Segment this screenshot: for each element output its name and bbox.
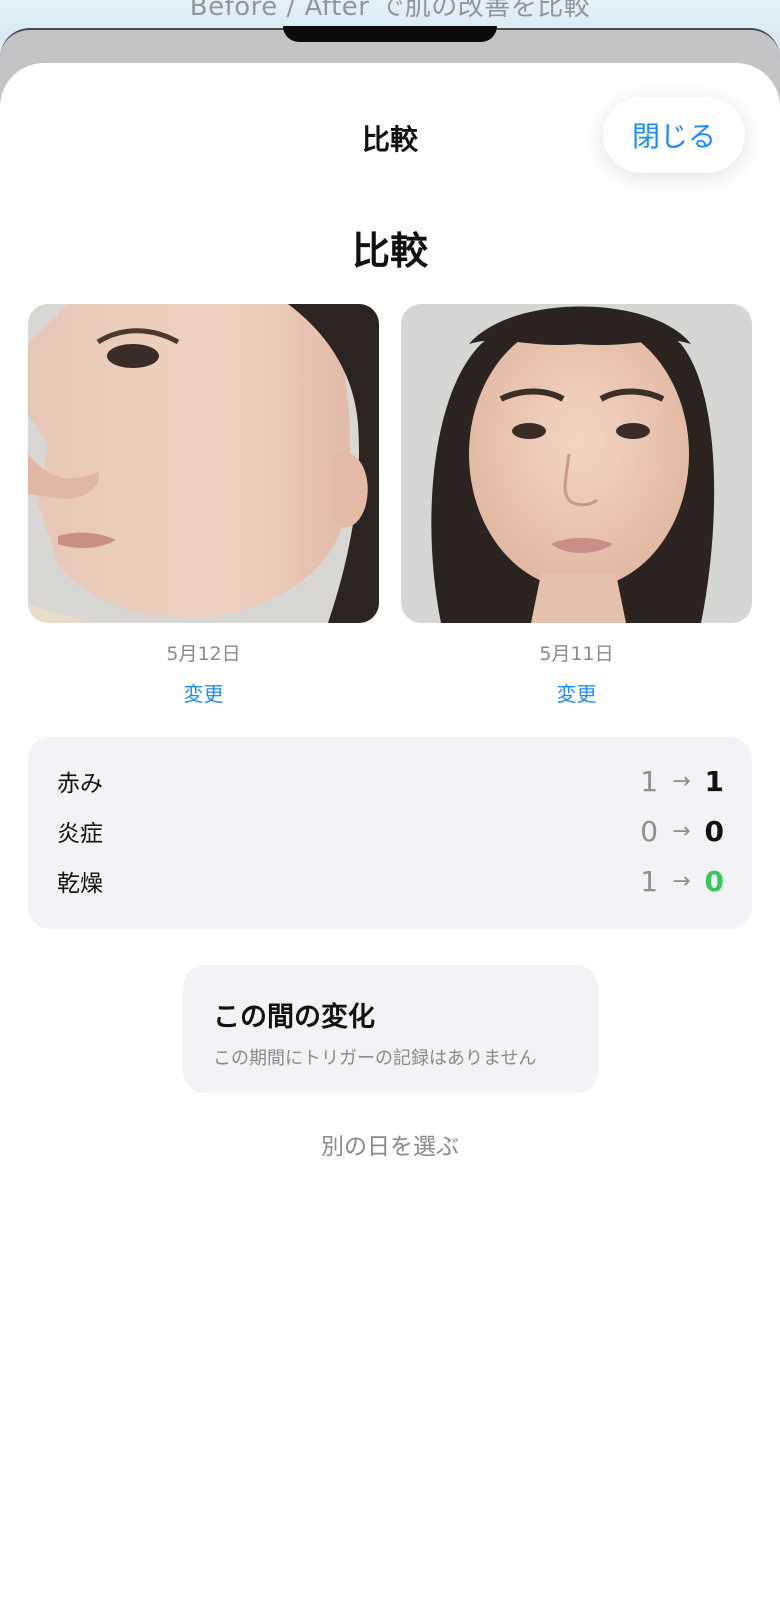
metric-row-redness: 赤み 1 → 1 xyxy=(28,759,752,803)
changes-subtitle: この期間にトリガーの記録はありません xyxy=(213,1048,537,1069)
metric-before-value: 0 xyxy=(640,814,659,848)
arrow-right-icon: → xyxy=(672,868,691,894)
photo-before[interactable] xyxy=(28,304,379,623)
photo-before-date: 5月12日 xyxy=(166,643,241,665)
photo-after-date: 5月11日 xyxy=(539,643,614,665)
close-button[interactable]: 閉じる xyxy=(603,97,745,173)
page-title: 比較 xyxy=(351,229,428,273)
metric-after-value: 0 xyxy=(704,814,724,848)
arrow-right-icon: → xyxy=(672,768,691,794)
face-front-image xyxy=(401,304,752,623)
metric-row-dryness: 乾燥 1 → 0 xyxy=(28,859,752,903)
metric-row-inflammation: 炎症 0 → 0 xyxy=(28,809,752,853)
pick-another-day-button[interactable]: 別の日を選ぶ xyxy=(0,1127,780,1161)
changes-between-card: この間の変化 この期間にトリガーの記録はありません xyxy=(183,965,598,1093)
metric-values: 0 → 0 xyxy=(640,815,724,848)
metric-values: 1 → 0 xyxy=(640,865,724,898)
photo-after[interactable] xyxy=(401,304,752,623)
face-profile-image xyxy=(28,304,379,623)
metric-after-value: 0 xyxy=(704,864,724,898)
device-notch xyxy=(283,26,497,42)
metric-label: 乾燥 xyxy=(57,871,103,897)
metric-before-value: 1 xyxy=(640,764,659,798)
metric-label: 炎症 xyxy=(57,821,103,847)
change-after-button[interactable]: 変更 xyxy=(401,678,752,707)
metric-before-value: 1 xyxy=(640,864,659,898)
metric-values: 1 → 1 xyxy=(640,765,724,798)
metric-label: 赤み xyxy=(57,771,103,797)
screen: Before / After で肌の改善を比較 比較 閉じる 比較 5月12日 … xyxy=(0,0,780,1616)
changes-title: この間の変化 xyxy=(213,1002,375,1033)
background-caption: Before / After で肌の改善を比較 xyxy=(189,0,591,22)
metrics-card: 赤み 1 → 1 炎症 0 → 0 乾燥 1 → 0 xyxy=(28,737,752,929)
change-before-button[interactable]: 変更 xyxy=(28,678,379,707)
arrow-right-icon: → xyxy=(672,818,691,844)
comparison-sheet: 比較 閉じる 比較 5月12日 5月11日 変更 変更 赤み 1 → 1 炎症 … xyxy=(0,63,780,1616)
metric-after-value: 1 xyxy=(704,764,724,798)
